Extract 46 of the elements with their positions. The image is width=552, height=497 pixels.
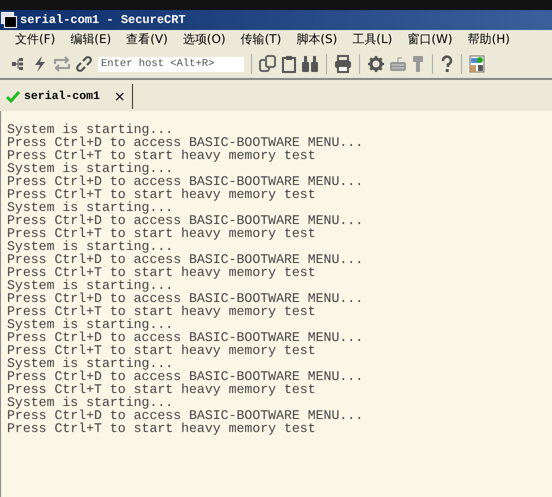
window-title: serial-com1 - SecureCRT (20, 13, 186, 27)
gear-icon[interactable] (367, 55, 385, 73)
close-button[interactable]: × (114, 88, 126, 104)
keymap-icon[interactable] (469, 55, 485, 73)
terminal-line: Press Ctrl+D to access BASIC-BOOTWARE MENU... (7, 175, 364, 188)
terminal-line: Press Ctrl+T to start heavy memory test (7, 149, 317, 162)
terminal-line: System is starting... (7, 279, 174, 292)
menu-item[interactable]: 文件(F) (15, 30, 56, 48)
terminal-line: System is starting... (7, 201, 174, 214)
terminal-line: System is starting... (7, 318, 174, 331)
menu-item[interactable]: 传输(T) (240, 30, 282, 48)
terminal-line: Press Ctrl+D to access BASIC-BOOTWARE MENU... (7, 331, 364, 344)
terminal-line: Press Ctrl+D to access BASIC-BOOTWARE MENU... (7, 409, 364, 422)
terminal-line: System is starting... (7, 396, 174, 409)
menu-item[interactable]: 查看(V) (126, 30, 168, 48)
menu-item[interactable]: 编辑(E) (70, 30, 112, 48)
host-field[interactable]: Enter host <Alt+R> (98, 56, 244, 72)
lightning-icon[interactable] (32, 55, 48, 73)
menu-item[interactable]: 窗口(W) (407, 30, 453, 48)
terminal-line: System is starting... (7, 357, 174, 370)
terminal-line: Press Ctrl+D to access BASIC-BOOTWARE MENU... (7, 136, 364, 149)
terminal-line: Press Ctrl+T to start heavy memory test (7, 188, 317, 201)
terminal-line: Press Ctrl+T to start heavy memory test (7, 383, 317, 396)
terminal-line: System is starting... (7, 162, 174, 175)
terminal-line: Press Ctrl+T to start heavy memory test (7, 227, 317, 240)
terminal-line: Press Ctrl+T to start heavy memory test (7, 266, 317, 279)
menu-item[interactable]: 工具(L) (352, 30, 392, 48)
terminal-line: Press Ctrl+T to start heavy memory test (7, 422, 317, 435)
terminal-line: Press Ctrl+D to access BASIC-BOOTWARE MENU... (7, 253, 364, 266)
menu-item[interactable]: 选项(O) (182, 30, 226, 48)
terminal-line: Press Ctrl+T to start heavy memory test (7, 305, 317, 318)
terminal-line: System is starting... (7, 123, 174, 136)
copy-icon[interactable] (259, 55, 277, 73)
terminal-line: Press Ctrl+D to access BASIC-BOOTWARE MENU... (7, 292, 364, 305)
terminal-line: Press Ctrl+T to start heavy memory test (7, 344, 317, 357)
terminal-line: Press Ctrl+D to access BASIC-BOOTWARE MENU... (7, 214, 364, 227)
terminal-line: System is starting... (7, 240, 174, 253)
menu-item[interactable]: 脚本(S) (296, 30, 338, 48)
link-icon[interactable] (76, 55, 92, 73)
app-icon (1, 12, 17, 28)
menu-item[interactable]: 帮助(H) (468, 30, 510, 48)
binoculars-icon[interactable] (301, 55, 319, 73)
terminal-line: Press Ctrl+D to access BASIC-BOOTWARE MENU... (7, 370, 364, 383)
printer-icon[interactable] (334, 55, 352, 73)
clipboard-icon[interactable] (281, 55, 297, 73)
help-icon[interactable] (440, 55, 454, 73)
